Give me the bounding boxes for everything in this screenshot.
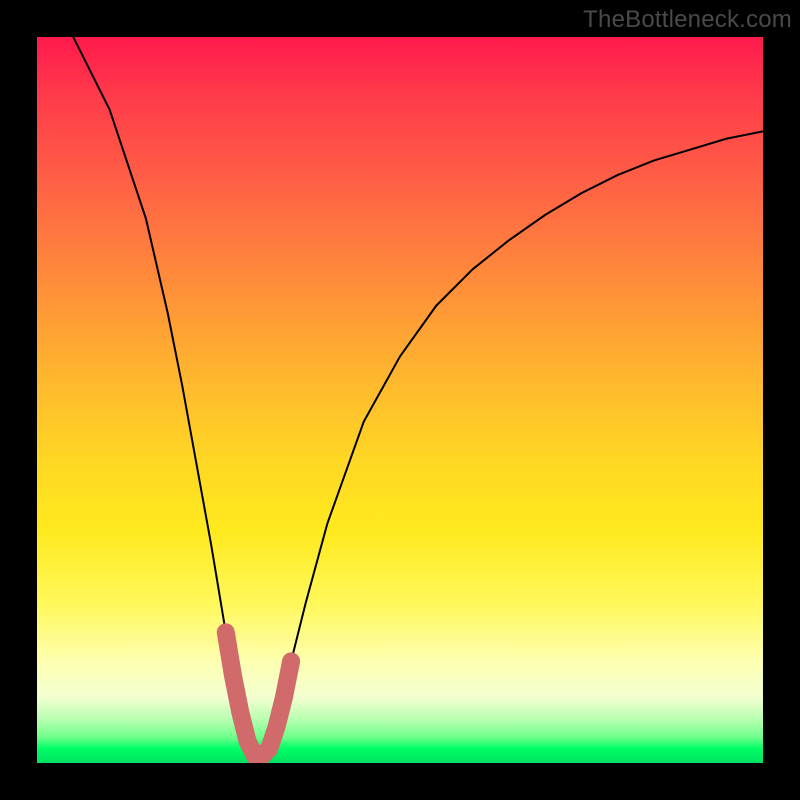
accent-minimum-band [226, 632, 291, 755]
plot-area [37, 37, 763, 763]
watermark-text: TheBottleneck.com [583, 6, 792, 34]
bottleneck-curve [37, 37, 763, 756]
chart-frame: TheBottleneck.com [0, 0, 800, 800]
curve-layer [37, 37, 763, 763]
